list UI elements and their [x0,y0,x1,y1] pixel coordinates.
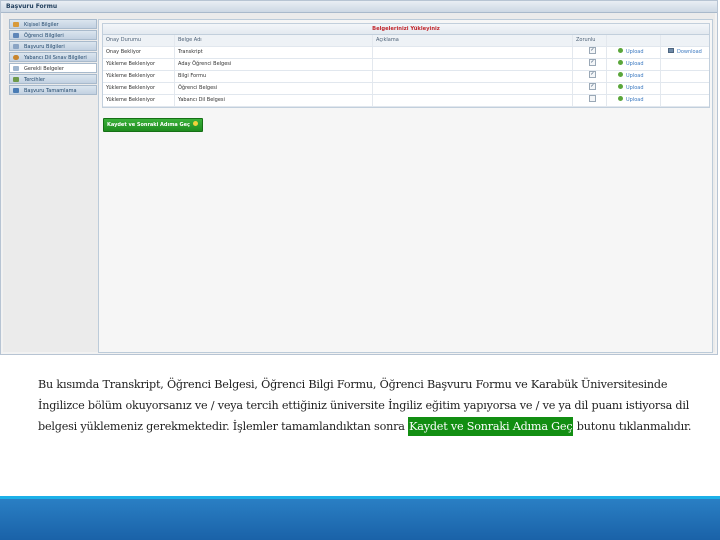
column-header [661,35,709,46]
table-row: Yükleme Bekleniyor Bilgi Formu ✓ Upload [103,71,709,83]
document-note [373,71,573,82]
window-content: Kişisel Bilgiler Öğrenci Bilgileri Başvu… [3,13,715,353]
required-checkbox[interactable]: ✓ [589,47,596,54]
preferences-icon [13,77,19,82]
sidebar-item-label: Kişisel Bilgiler [24,22,59,28]
column-header: Onay Durumu [103,35,175,46]
upload-link[interactable]: Upload [626,61,644,67]
sidebar-item-language-exam[interactable]: Yabancı Dil Sınav Bilgileri [9,52,97,62]
table-row: Yükleme Bekleniyor Yabancı Dil Belgesi U… [103,95,709,107]
upload-icon[interactable] [618,84,623,89]
approval-status: Yükleme Bekleniyor [103,71,175,82]
required-cell [573,95,607,106]
save-and-next-button[interactable]: Kaydet ve Sonraki Adıma Geç [103,118,204,132]
download-cell [661,71,709,82]
sidebar-item-label: Yabancı Dil Sınav Bilgileri [24,55,87,61]
column-header: Belge Adı [175,35,373,46]
sidebar-item-label: Gerekli Belgeler [24,66,64,72]
upload-cell: Upload [607,71,661,82]
document-name: Transkript [175,47,373,58]
sidebar-item-label: Başvuru Tamamlama [24,88,77,94]
required-cell: ✓ [573,47,607,58]
required-cell: ✓ [573,83,607,94]
download-icon[interactable] [668,48,674,53]
table-row: Yükleme Bekleniyor Öğrenci Belgesi ✓ Upl… [103,83,709,95]
upload-link[interactable]: Upload [626,85,644,91]
sidebar: Kişisel Bilgiler Öğrenci Bilgileri Başvu… [9,19,97,96]
table-title: Belgelerinizi Yükleyiniz [103,24,709,35]
sidebar-item-preferences[interactable]: Tercihler [9,74,97,84]
download-cell [661,59,709,70]
complete-icon [13,88,19,93]
required-checkbox[interactable]: ✓ [589,59,596,66]
required-cell: ✓ [573,71,607,82]
document-note [373,83,573,94]
upload-link[interactable]: Upload [626,97,644,103]
upload-icon[interactable] [618,48,623,53]
download-cell [661,95,709,106]
upload-icon[interactable] [618,60,623,65]
documents-icon [13,66,19,71]
upload-icon[interactable] [618,72,623,77]
main-panel: Belgelerinizi Yükleyiniz Onay Durumu Bel… [98,19,713,353]
download-cell: Download [661,47,709,58]
application-window: Başvuru Formu Kişisel Bilgiler Öğrenci B… [0,0,718,355]
footer-band [0,499,720,540]
smiley-icon [193,121,199,126]
approval-status: Yükleme Bekleniyor [103,59,175,70]
upload-link[interactable]: Upload [626,49,644,55]
instruction-caption: Bu kısımda Transkript, Öğrenci Belgesi, … [38,374,698,437]
upload-cell: Upload [607,47,661,58]
download-cell [661,83,709,94]
upload-link[interactable]: Upload [626,73,644,79]
document-name: Yabancı Dil Belgesi [175,95,373,106]
required-checkbox[interactable]: ✓ [589,71,596,78]
sidebar-item-personal-info[interactable]: Kişisel Bilgiler [9,19,97,29]
window-title: Başvuru Formu [1,1,717,13]
upload-icon[interactable] [618,96,623,101]
upload-cell: Upload [607,59,661,70]
sidebar-item-required-documents[interactable]: Gerekli Belgeler [9,63,97,73]
documents-table: Belgelerinizi Yükleyiniz Onay Durumu Bel… [102,23,710,108]
document-note [373,95,573,106]
save-button-label: Kaydet ve Sonraki Adıma Geç [107,122,191,128]
student-icon [13,33,19,38]
caption-text-end: butonu tıklanmalıdır. [573,420,692,433]
upload-cell: Upload [607,95,661,106]
form-icon [13,44,19,49]
column-header: Açıklama [373,35,573,46]
table-row: Yükleme Bekleniyor Aday Öğrenci Belgesi … [103,59,709,71]
required-cell: ✓ [573,59,607,70]
document-name: Bilgi Formu [175,71,373,82]
approval-status: Yükleme Bekleniyor [103,95,175,106]
table-row: Onay Bekliyor Transkript ✓ Upload Downlo… [103,47,709,59]
document-note [373,59,573,70]
document-name: Öğrenci Belgesi [175,83,373,94]
sidebar-item-complete-application[interactable]: Başvuru Tamamlama [9,85,97,95]
sidebar-item-application-info[interactable]: Başvuru Bilgileri [9,41,97,51]
table-header: Onay Durumu Belge Adı Açıklama Zorunlu [103,35,709,47]
document-note [373,47,573,58]
language-icon [13,55,19,60]
column-header: Zorunlu [573,35,607,46]
sidebar-item-label: Tercihler [24,77,46,83]
sidebar-item-label: Öğrenci Bilgileri [24,33,64,39]
required-checkbox[interactable] [589,95,596,102]
document-name: Aday Öğrenci Belgesi [175,59,373,70]
user-icon [13,22,19,27]
column-header [607,35,661,46]
required-checkbox[interactable]: ✓ [589,83,596,90]
upload-cell: Upload [607,83,661,94]
approval-status: Onay Bekliyor [103,47,175,58]
caption-highlight: Kaydet ve Sonraki Adıma Geç [408,417,574,436]
approval-status: Yükleme Bekleniyor [103,83,175,94]
sidebar-item-student-info[interactable]: Öğrenci Bilgileri [9,30,97,40]
sidebar-item-label: Başvuru Bilgileri [24,44,65,50]
download-link[interactable]: Download [677,49,702,55]
